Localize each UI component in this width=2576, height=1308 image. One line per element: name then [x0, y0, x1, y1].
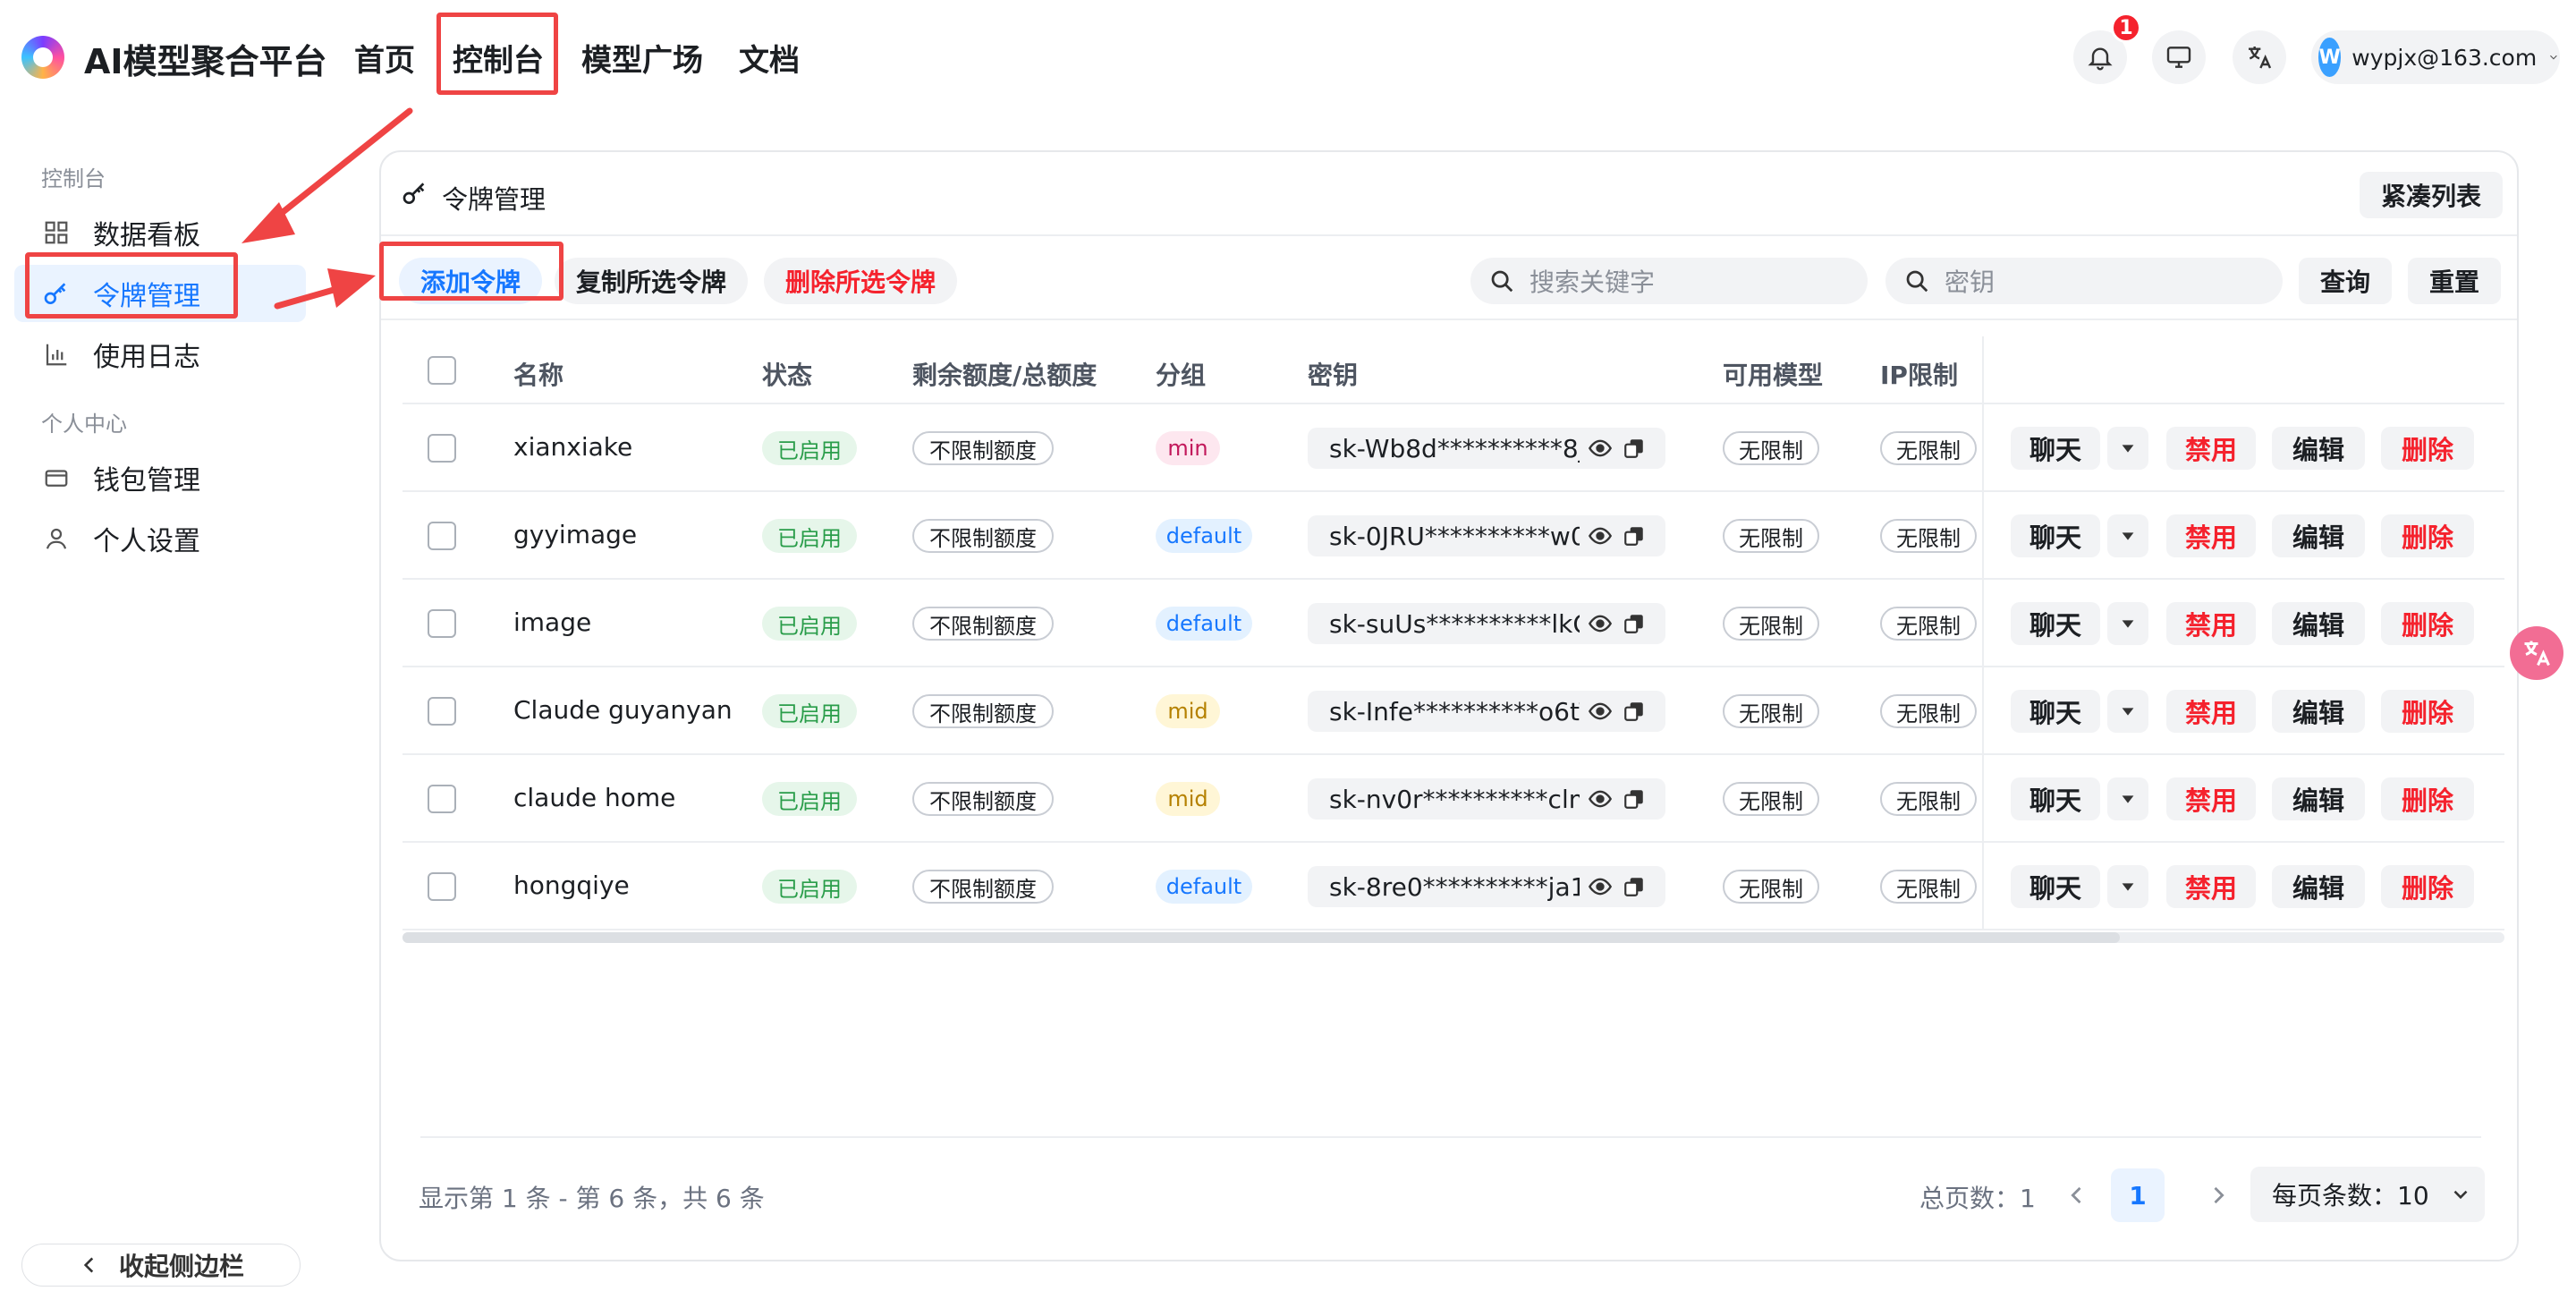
annotation-arrow-token: [274, 285, 343, 310]
page: AI模型聚合平台 首页 控制台 模型广场 文档 1 W wypjx@163.co…: [0, 0, 2576, 1308]
annotation-arrowhead-token: [327, 268, 376, 308]
annotation-arrows: [242, 107, 413, 310]
annotation-arrow-console: [265, 107, 413, 227]
